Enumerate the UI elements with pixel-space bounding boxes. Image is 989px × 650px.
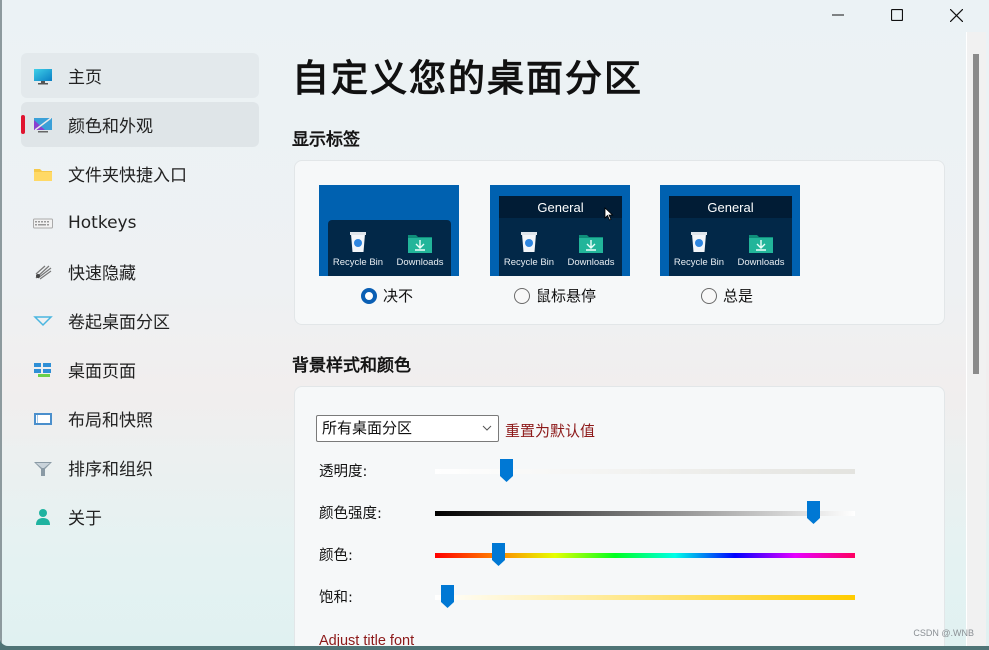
downloads-desktop-icon: Downloads xyxy=(390,233,450,268)
radio-label: 决不 xyxy=(383,287,414,305)
sidebar-item-label: Hotkeys xyxy=(68,212,137,233)
monitor-icon xyxy=(33,67,53,85)
page-title: 自定义您的桌面分区 xyxy=(292,56,643,100)
select-value: 所有桌面分区 xyxy=(322,419,413,437)
radio-never[interactable]: 决不 xyxy=(361,285,413,306)
background-card: 所有桌面分区 重置为默认值 透明度: 颜色强度: 颜色: 饱和: Adjust … xyxy=(294,386,945,646)
slider-thumb[interactable] xyxy=(499,459,513,482)
window-edge xyxy=(0,0,2,646)
downloads-folder-icon xyxy=(408,235,432,253)
sidebar-item-label: 快速隐藏 xyxy=(68,264,136,284)
desktop-pages-icon xyxy=(33,361,53,379)
fence-panel: General Recycle Bin Downloads xyxy=(669,196,792,276)
sidebar-item-sort-organize[interactable]: 排序和组织 xyxy=(21,445,259,490)
quick-hide-icon xyxy=(33,263,53,281)
slider-label-saturation: 饱和: xyxy=(319,590,353,606)
downloads-desktop-icon: Downloads xyxy=(561,233,621,268)
downloads-folder-icon xyxy=(749,235,773,253)
sidebar-item-label: 排序和组织 xyxy=(68,460,153,480)
desktop-icon-label: Downloads xyxy=(567,257,615,268)
sidebar-nav: 主页 颜色和外观 文件夹快捷入口 Hotkeys 快速隐藏 卷起桌面分区 桌面页… xyxy=(21,53,259,543)
sidebar-item-label: 颜色和外观 xyxy=(68,117,153,137)
maximize-icon xyxy=(891,9,903,21)
slider-thumb[interactable] xyxy=(806,501,820,524)
reset-to-default-link[interactable]: 重置为默认值 xyxy=(505,420,595,441)
vertical-scrollbar[interactable] xyxy=(966,32,986,646)
desktop-icon-label: Downloads xyxy=(737,257,785,268)
desktop-icon-label: Downloads xyxy=(396,257,444,268)
saturation-slider[interactable] xyxy=(435,585,855,608)
folder-icon xyxy=(33,165,53,183)
chevron-down-icon xyxy=(482,425,492,431)
sidebar-item-color-appearance[interactable]: 颜色和外观 xyxy=(21,102,259,147)
slider-label-transparency: 透明度: xyxy=(319,464,368,480)
sidebar-item-desktop-pages[interactable]: 桌面页面 xyxy=(21,347,259,392)
watermark: CSDN @.WNB xyxy=(913,628,974,638)
slider-thumb[interactable] xyxy=(441,585,455,608)
fence-title: General xyxy=(669,196,792,218)
slider-label-hue: 颜色: xyxy=(319,548,353,564)
keyboard-icon xyxy=(33,214,53,232)
sidebar-item-roll-up[interactable]: 卷起桌面分区 xyxy=(21,298,259,343)
radio-always[interactable]: 总是 xyxy=(701,285,753,306)
color-appearance-icon xyxy=(33,116,53,134)
preview-never[interactable]: Recycle Bin Downloads xyxy=(319,185,459,276)
sidebar-item-label: 卷起桌面分区 xyxy=(68,313,170,333)
slider-label-intensity: 颜色强度: xyxy=(319,506,382,522)
hue-slider[interactable] xyxy=(435,543,855,566)
show-labels-card: Recycle Bin Downloads 决不 General Recycle… xyxy=(294,160,945,325)
sidebar-item-label: 布局和快照 xyxy=(68,411,153,431)
close-button[interactable] xyxy=(927,0,985,30)
preview-always[interactable]: General Recycle Bin Downloads xyxy=(660,185,800,276)
sidebar-item-label: 关于 xyxy=(68,509,102,529)
close-icon xyxy=(949,8,963,22)
fence-scope-select[interactable]: 所有桌面分区 xyxy=(316,415,499,442)
app-window: 主页 颜色和外观 文件夹快捷入口 Hotkeys 快速隐藏 卷起桌面分区 桌面页… xyxy=(0,0,989,646)
sidebar-item-about[interactable]: 关于 xyxy=(21,494,259,539)
sidebar-item-label: 文件夹快捷入口 xyxy=(68,166,187,186)
transparency-slider[interactable] xyxy=(435,459,855,482)
downloads-desktop-icon: Downloads xyxy=(731,233,791,268)
funnel-icon xyxy=(33,459,53,477)
radio-button-checked[interactable] xyxy=(361,287,377,304)
fence-panel: Recycle Bin Downloads xyxy=(328,220,451,276)
selected-indicator xyxy=(21,115,25,134)
recycle-bin-desktop-icon: Recycle Bin xyxy=(499,231,559,268)
sidebar-item-layout-snapshots[interactable]: 布局和快照 xyxy=(21,396,259,441)
recycle-bin-desktop-icon: Recycle Bin xyxy=(669,231,729,268)
recycle-bin-icon xyxy=(691,232,707,252)
desktop-icon-label: Recycle Bin xyxy=(673,257,725,268)
recycle-bin-icon xyxy=(521,232,537,252)
radio-label: 鼠标悬停 xyxy=(536,287,597,305)
radio-button[interactable] xyxy=(701,287,717,304)
slider-thumb[interactable] xyxy=(491,543,505,566)
recycle-bin-desktop-icon: Recycle Bin xyxy=(328,231,388,268)
scrollbar-thumb[interactable] xyxy=(973,54,979,374)
preview-on-hover[interactable]: General Recycle Bin Downloads xyxy=(490,185,630,276)
section-title-background: 背景样式和颜色 xyxy=(292,356,411,376)
sidebar-item-home[interactable]: 主页 xyxy=(21,53,259,98)
radio-button[interactable] xyxy=(514,287,530,304)
sidebar-item-quick-hide[interactable]: 快速隐藏 xyxy=(21,249,259,294)
sidebar-item-folder-portal[interactable]: 文件夹快捷入口 xyxy=(21,151,259,196)
recycle-bin-icon xyxy=(350,232,366,252)
desktop-icon-label: Recycle Bin xyxy=(503,257,555,268)
sidebar-item-hotkeys[interactable]: Hotkeys xyxy=(21,200,259,245)
sidebar-item-label: 主页 xyxy=(68,68,102,88)
mouse-cursor-icon xyxy=(604,207,614,221)
desktop-icon-label: Recycle Bin xyxy=(332,257,384,268)
roll-up-triangle-icon xyxy=(33,312,53,330)
downloads-folder-icon xyxy=(579,235,603,253)
color-intensity-slider[interactable] xyxy=(435,501,855,524)
minimize-icon xyxy=(832,14,844,16)
minimize-button[interactable] xyxy=(809,0,867,30)
radio-on-hover[interactable]: 鼠标悬停 xyxy=(514,285,596,306)
section-title-show-labels: 显示标签 xyxy=(292,130,360,150)
layout-icon xyxy=(33,410,53,428)
maximize-button[interactable] xyxy=(868,0,926,30)
adjust-title-font-link[interactable]: Adjust title font xyxy=(319,633,414,646)
sidebar-item-label: 桌面页面 xyxy=(68,362,136,382)
radio-label: 总是 xyxy=(723,287,754,305)
person-icon xyxy=(33,508,53,526)
